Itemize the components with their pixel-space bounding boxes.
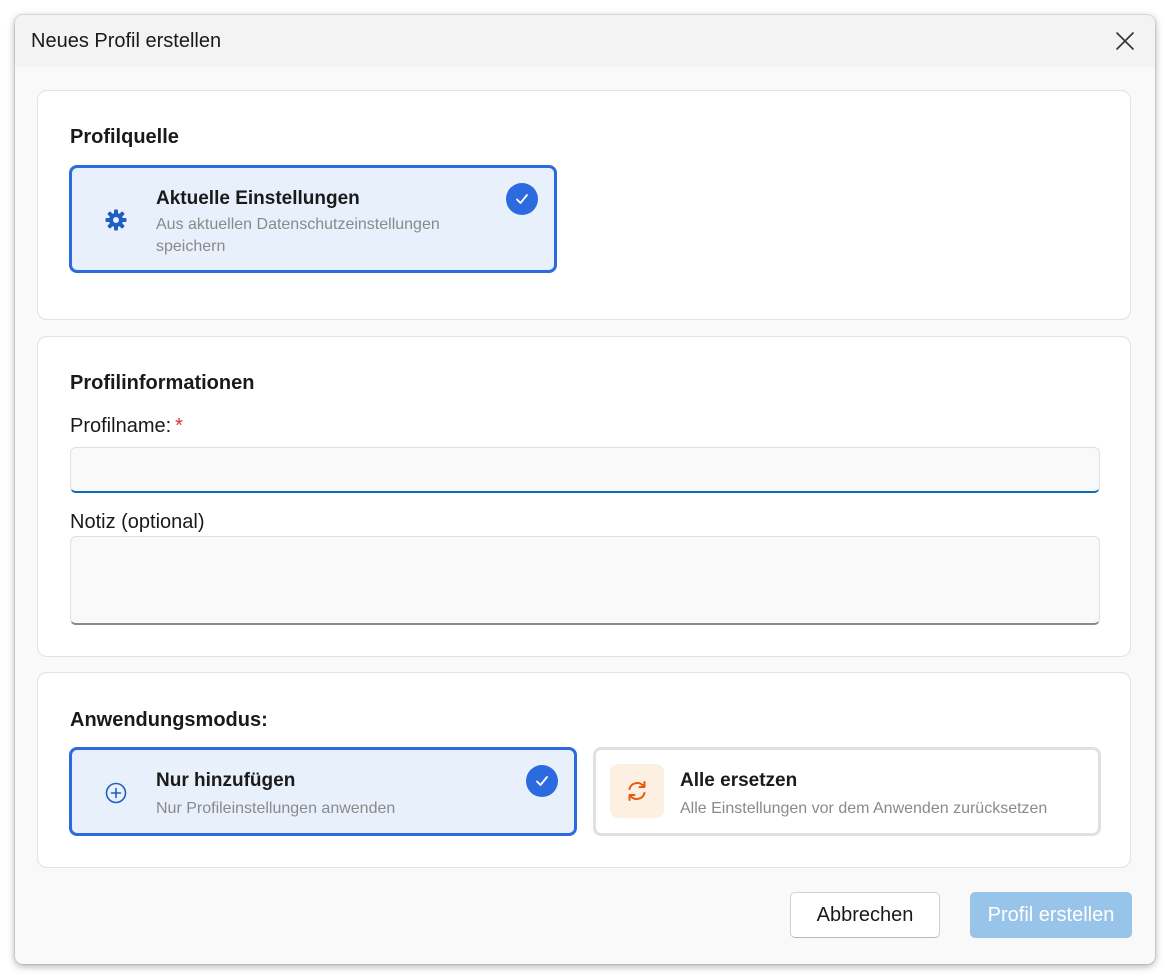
create-profile-button[interactable]: Profil erstellen	[970, 892, 1132, 938]
option-description: Nur Profileinstellungen anwenden	[156, 800, 396, 817]
profile-name-input[interactable]	[70, 447, 1100, 493]
option-description: Alle Einstellungen vor dem Anwenden zurü…	[680, 800, 1048, 817]
option-add-only[interactable]: Nur hinzufügen Nur Profileinstellungen a…	[69, 747, 577, 836]
profile-name-label-text: Profilname:	[70, 415, 172, 437]
cancel-button[interactable]: Abbrechen	[790, 892, 940, 938]
close-button[interactable]	[1105, 25, 1145, 57]
mode-section-title: Anwendungsmodus:	[70, 709, 268, 731]
mode-section: Anwendungsmodus: Nur hinzufügen Nur Prof…	[37, 672, 1131, 868]
selected-check-icon	[526, 765, 558, 797]
dialog-titlebar: Neues Profil erstellen	[15, 15, 1155, 67]
close-icon	[1116, 32, 1134, 50]
option-title: Alle ersetzen	[680, 770, 798, 791]
dialog-body: Profilquelle Aktuelle Einstellungen Aus …	[15, 67, 1155, 964]
refresh-icon	[610, 764, 664, 818]
profile-name-label: Profilname: *	[70, 415, 183, 438]
selected-check-icon	[506, 183, 538, 215]
option-title: Nur hinzufügen	[156, 770, 296, 791]
option-title: Aktuelle Einstellungen	[156, 188, 360, 209]
source-section-title: Profilquelle	[70, 126, 179, 148]
new-profile-dialog: Neues Profil erstellen Profilquelle Aktu…	[15, 15, 1155, 964]
option-current-settings[interactable]: Aktuelle Einstellungen Aus aktuellen Dat…	[69, 165, 557, 273]
note-label: Notiz (optional)	[70, 511, 205, 533]
source-section: Profilquelle Aktuelle Einstellungen Aus …	[37, 90, 1131, 320]
option-replace-all[interactable]: Alle ersetzen Alle Einstellungen vor dem…	[593, 747, 1101, 836]
required-marker: *	[175, 415, 183, 437]
dialog-title: Neues Profil erstellen	[31, 30, 222, 52]
option-description: Aus aktuellen Datenschutzeinstellungen s…	[156, 216, 440, 255]
info-section-title: Profilinformationen	[70, 372, 255, 394]
plus-circle-icon	[102, 779, 130, 807]
info-section: Profilinformationen Profilname: * Notiz (…	[37, 336, 1131, 657]
note-textarea[interactable]	[70, 536, 1100, 625]
gear-icon	[102, 206, 130, 234]
